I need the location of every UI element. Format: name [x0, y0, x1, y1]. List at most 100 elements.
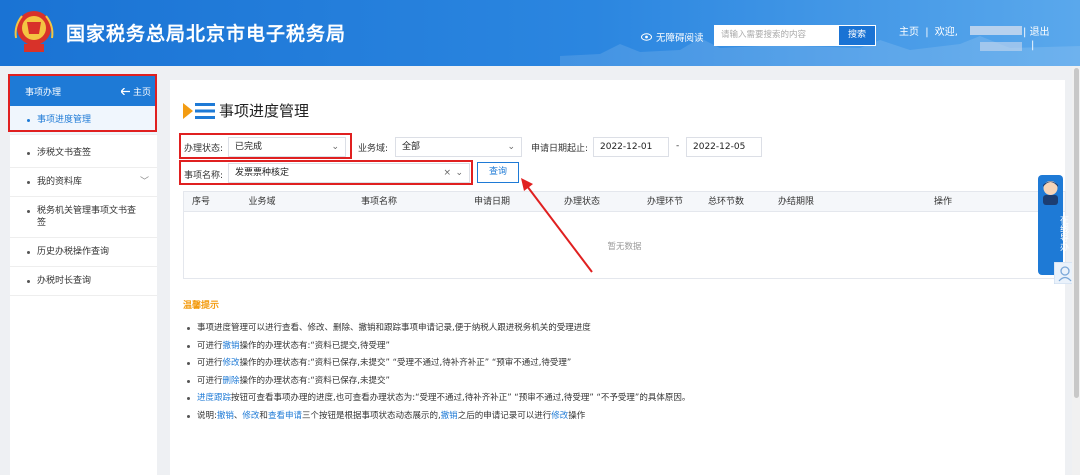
tip-text: 操作的办理状态有:“资料已保存,未提交” “受理不通过,待补齐补正” “预审不通… [239, 358, 572, 368]
tip-text: 三个按钮是根据事项状态动态展示的, [301, 410, 441, 421]
sidebar-item-label: 办税时长查询 [37, 276, 92, 286]
tip-text: 操作的办理状态有:“资料已保存,未提交” [239, 375, 390, 386]
results-table: 序号 业务域 事项名称 申请日期 办理状态 办理环节 总环节数 办结期限 操作 … [183, 191, 1066, 279]
tip-link[interactable]: 进度跟踪 [197, 393, 231, 403]
tip-link[interactable]: 删除 [223, 376, 240, 386]
tip-text: 可进行 [197, 358, 223, 368]
logout-group: | 退出 [1023, 23, 1050, 38]
sidebar-header: 事项办理 主页 [10, 76, 157, 106]
tip-text: 和 [259, 410, 268, 421]
sidebar-home-label: 主页 [132, 87, 151, 98]
page-title: 事项进度管理 [183, 100, 309, 121]
tip-text: 之后的申请记录可以进行 [457, 410, 552, 421]
sidebar-item-library[interactable]: 我的资料库 ﹀ [10, 168, 157, 197]
search-button[interactable]: 搜索 [838, 25, 876, 46]
sidebar-item-label: 涉税文书查签 [37, 148, 92, 158]
column-header: 申请日期 [473, 197, 510, 207]
tip-link[interactable]: 查看申请 [268, 411, 302, 421]
nav-separator: | [1031, 40, 1035, 51]
search-input[interactable]: 请输入需要搜索的内容 [714, 25, 838, 46]
chevron-down-icon: ⌄ [507, 142, 515, 152]
sidebar-item-documents[interactable]: 涉税文书查签 [10, 139, 157, 168]
sidebar-item-label: 我的资料库 [37, 177, 83, 187]
tip-link[interactable]: 撤销 [217, 411, 234, 421]
date-separator: - [676, 141, 680, 151]
sidebar-item-duration[interactable]: 办税时长查询 [10, 267, 157, 296]
tax-emblem-logo [14, 11, 54, 52]
empty-state: 暂无数据 [607, 242, 642, 252]
tip-text: 可进行 [197, 375, 223, 386]
tip-line: 进度跟踪按钮可查看事项办理的进度,也可查看办理状态为:“受理不通过,待补齐补正”… [187, 390, 690, 408]
tip-text: 事项进度管理可以进行查看、修改、删除、撤销和跟踪事项申请记录,便于纳税人跟进税务… [197, 323, 591, 333]
status-label: 办理状态: [184, 144, 224, 154]
tip-link[interactable]: 撤销 [223, 341, 240, 351]
nav-separator: | [1023, 27, 1027, 38]
column-header: 办结期限 [777, 197, 814, 207]
sidebar: 事项办理 主页 事项进度管理 涉税文书查签 我的资料库 ﹀ 税务机关管理事项文书查… [10, 76, 157, 475]
logout-link[interactable]: 退出 [1030, 27, 1050, 38]
tip-link[interactable]: 修改 [242, 411, 259, 421]
status-select[interactable]: 已完成 ⌄ [228, 137, 346, 157]
status-value: 已完成 [235, 142, 263, 152]
sidebar-home-link[interactable]: 主页 [120, 85, 151, 98]
domain-label: 业务域: [358, 144, 389, 154]
column-header: 操作 [933, 197, 952, 207]
domain-value: 全部 [402, 142, 421, 152]
list-icon [183, 102, 215, 119]
home-link[interactable]: 主页 [899, 27, 919, 38]
chevron-down-icon: ⌄ [331, 142, 339, 152]
page-title-text: 事项进度管理 [219, 102, 310, 120]
tip-text: 操作的办理状态有:“资料已提交,待受理” [239, 340, 390, 351]
column-header: 总环节数 [707, 197, 744, 207]
tip-line: 事项进度管理可以进行查看、修改、删除、撤销和跟踪事项申请记录,便于纳税人跟进税务… [187, 320, 690, 338]
accessibility-link[interactable]: 无障碍阅读 [641, 30, 704, 44]
tip-line: 可进行撤销操作的办理状态有:“资料已提交,待受理” [187, 338, 690, 356]
table-header: 序号 业务域 事项名称 申请日期 办理状态 办理环节 总环节数 办结期限 操作 [184, 192, 1065, 212]
column-header: 业务域 [248, 197, 276, 207]
item-name-label: 事项名称: [184, 171, 224, 181]
sidebar-item-authority-docs[interactable]: 税务机关管理事项文书查签 [10, 197, 157, 238]
tip-line: 可进行修改操作的办理状态有:“资料已保存,未提交” “受理不通过,待补齐补正” … [187, 355, 690, 373]
top-header: 国家税务总局北京市电子税务局 无障碍阅读 请输入需要搜索的内容 搜索 主页 | … [0, 0, 1080, 66]
sidebar-item-history[interactable]: 历史办税操作查询 [10, 238, 157, 267]
sidebar-item-label: 事项进度管理 [37, 115, 92, 125]
tip-link[interactable]: 修改 [223, 358, 240, 368]
clear-icon[interactable]: × [443, 164, 451, 182]
tip-text: 可进行 [197, 340, 223, 351]
query-button[interactable]: 查询 [477, 162, 519, 183]
sidebar-item-label: 税务机关管理事项文书查签 [37, 206, 137, 228]
site-title: 国家税务总局北京市电子税务局 [66, 23, 347, 45]
item-name-value: 发票票种核定 [235, 168, 290, 178]
domain-select[interactable]: 全部 ⌄ [395, 137, 522, 157]
top-nav: 主页 | 欢迎, [899, 23, 961, 38]
eye-icon [641, 33, 652, 41]
column-header: 序号 [191, 197, 210, 207]
column-header: 办理状态 [563, 197, 600, 207]
accessibility-label: 无障碍阅读 [656, 33, 704, 44]
username-redacted [970, 26, 1022, 35]
date-range-label: 申请日期起止: [531, 144, 589, 154]
tips-list: 事项进度管理可以进行查看、修改、删除、撤销和跟踪事项申请记录,便于纳税人跟进税务… [187, 320, 690, 425]
tip-text: 说明: [197, 410, 217, 421]
sidebar-item-progress[interactable]: 事项进度管理 [10, 106, 157, 135]
tip-text: 按钮可查看事项办理的进度,也可查看办理状态为:“受理不通过,待补齐补正” “预审… [231, 393, 691, 403]
tip-line: 可进行删除操作的办理状态有:“资料已保存,未提交” [187, 373, 690, 391]
item-name-select[interactable]: 发票票种核定 × ⌄ [228, 163, 470, 183]
sidebar-item-label: 历史办税操作查询 [37, 247, 110, 257]
tip-link[interactable]: 撤销 [441, 411, 458, 421]
back-arrow-icon [120, 87, 130, 95]
page-scrollbar-thumb[interactable] [1074, 68, 1079, 398]
chevron-down-icon: ﹀ [139, 177, 149, 187]
online-guide-button[interactable]: 在线导办 [1038, 175, 1068, 275]
column-header: 事项名称 [360, 197, 397, 207]
date-from-input[interactable]: 2022-12-01 [593, 137, 669, 157]
sidebar-header-label: 事项办理 [25, 87, 62, 98]
chevron-down-icon: ⌄ [455, 168, 463, 178]
tip-text: 操作 [568, 410, 586, 421]
date-to-input[interactable]: 2022-12-05 [686, 137, 762, 157]
nav-separator: | [925, 27, 929, 38]
tip-link[interactable]: 修改 [551, 411, 568, 421]
tip-line: 说明:撤销、修改和查看申请三个按钮是根据事项状态动态展示的,撤销之后的申请记录可… [187, 408, 690, 426]
online-guide-label: 在线导办 [1058, 215, 1068, 251]
service-agent-icon [1043, 181, 1058, 205]
